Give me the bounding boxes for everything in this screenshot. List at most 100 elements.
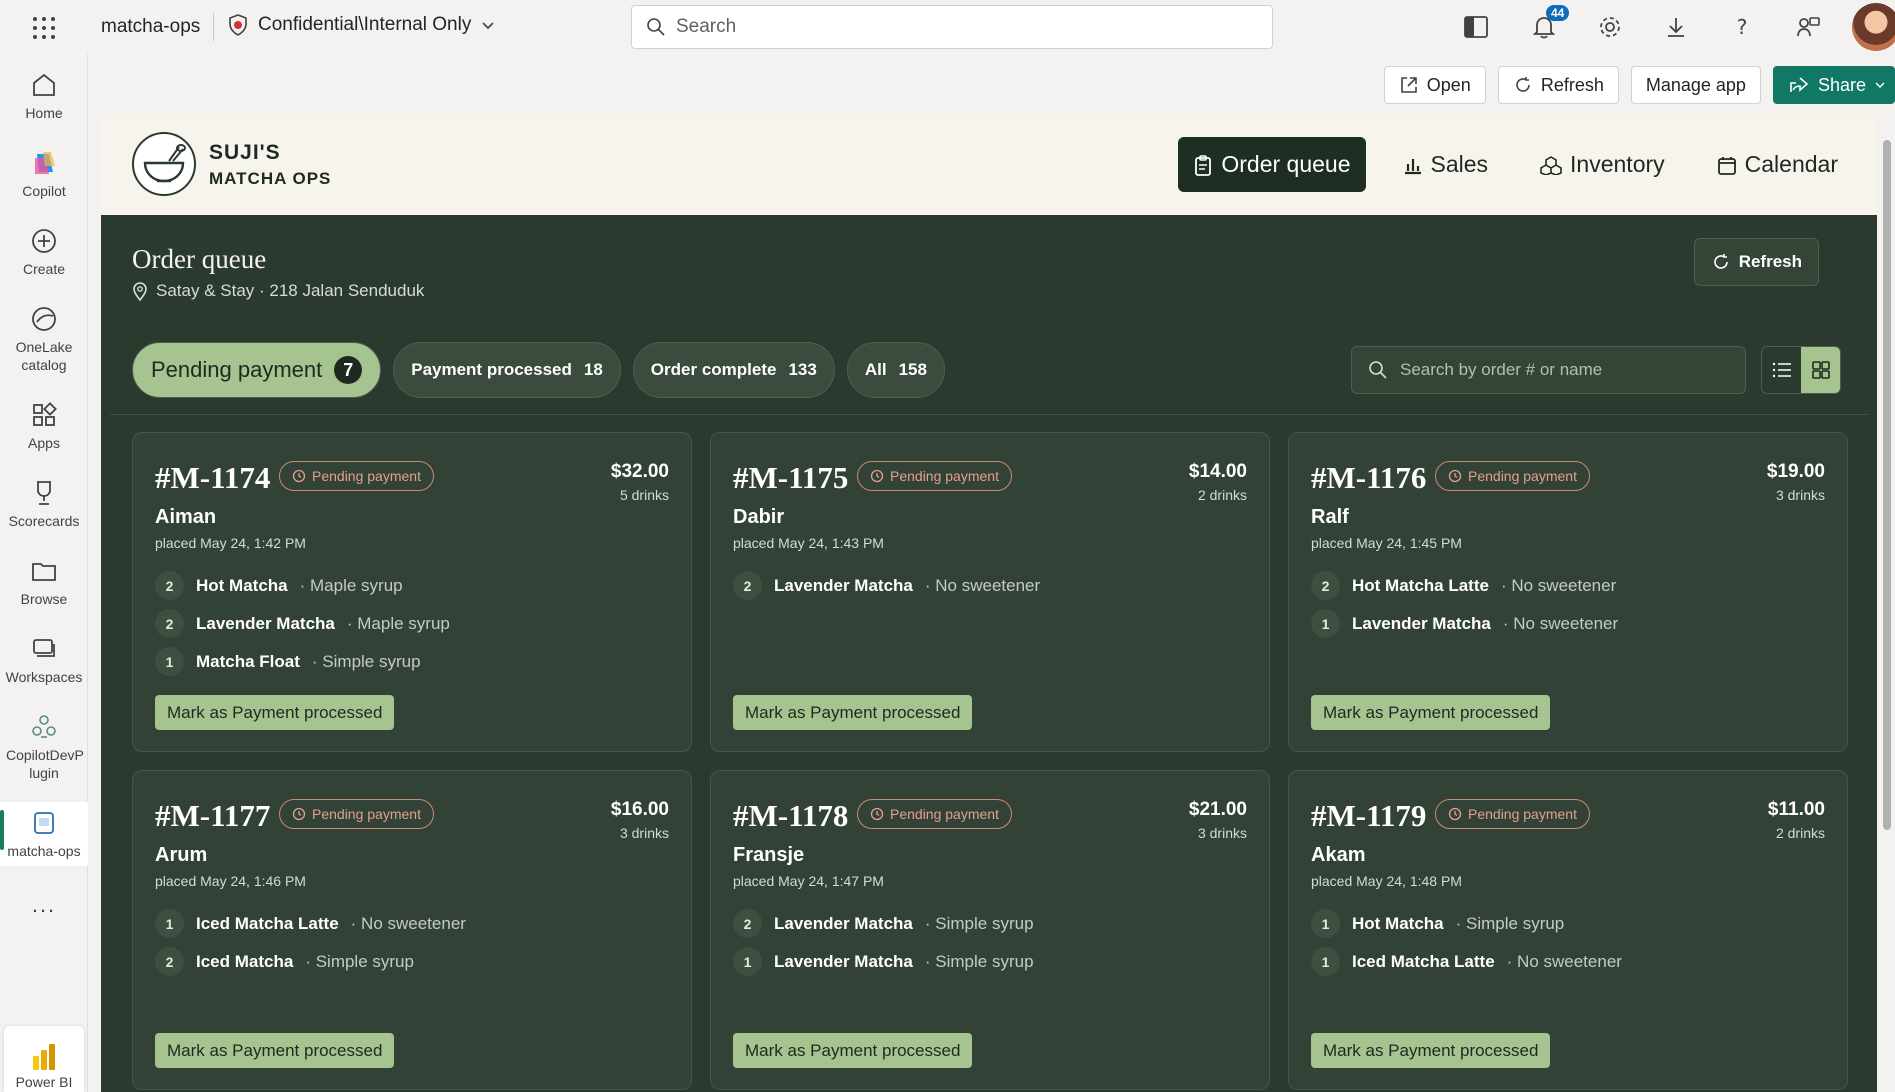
mark-payment-processed-button[interactable]: Mark as Payment processed bbox=[155, 695, 395, 730]
rail-item-home[interactable]: Home bbox=[0, 70, 88, 122]
tab-label: All bbox=[864, 360, 887, 379]
drink-modifier: · Simple syrup bbox=[1455, 913, 1565, 933]
powerbi-switcher[interactable]: Power BI bbox=[4, 1026, 84, 1092]
nav-order-queue[interactable]: Order queue bbox=[1178, 137, 1366, 192]
status-badge: Pending payment bbox=[857, 461, 1012, 491]
mark-payment-processed-button[interactable]: Mark as Payment processed bbox=[1311, 695, 1551, 730]
rail-item-label: Home bbox=[25, 105, 63, 121]
feedback-icon[interactable] bbox=[1792, 11, 1824, 43]
order-card[interactable]: #M-1179 Pending payment $11.00 2 drinks … bbox=[1288, 770, 1848, 1090]
tab-all[interactable]: All 158 bbox=[846, 342, 945, 398]
order-line-item: 1 Lavender Matcha · No sweetener bbox=[1311, 609, 1618, 638]
workspace-name[interactable]: matcha-ops bbox=[101, 16, 200, 38]
status-badge: Pending payment bbox=[1435, 799, 1590, 829]
settings-gear-icon[interactable] bbox=[1594, 11, 1626, 43]
rail-item-workspaces[interactable]: Workspaces bbox=[0, 634, 88, 686]
status-text: Pending payment bbox=[1468, 806, 1577, 822]
status-badge: Pending payment bbox=[279, 799, 434, 829]
mark-payment-processed-button[interactable]: Mark as Payment processed bbox=[1311, 1033, 1551, 1068]
scorecards-icon bbox=[37, 481, 51, 505]
order-total: $32.00 bbox=[610, 461, 669, 482]
drink-modifier: · Simple syrup bbox=[311, 651, 421, 671]
list-view-icon[interactable] bbox=[1762, 347, 1801, 393]
order-total: $21.00 bbox=[1188, 799, 1247, 820]
page-scrollbar[interactable] bbox=[1881, 120, 1893, 1092]
rail-item-matcha-ops[interactable]: matcha-ops bbox=[0, 802, 88, 866]
tab-payment-processed[interactable]: Payment processed 18 bbox=[393, 342, 621, 398]
app-launcher-icon[interactable] bbox=[30, 14, 56, 40]
drink-name: Hot Matcha bbox=[1352, 913, 1444, 933]
drink-name: Matcha Float bbox=[196, 651, 300, 671]
open-button[interactable]: Open bbox=[1383, 66, 1486, 104]
rail-item-copilot[interactable]: Copilot bbox=[0, 148, 88, 200]
rail-item-scorecards[interactable]: Scorecards bbox=[0, 478, 88, 530]
refresh-orders-button[interactable]: Refresh bbox=[1693, 238, 1819, 286]
rail-item-label: OneLake catalog bbox=[15, 339, 73, 373]
nav-inventory[interactable]: Inventory bbox=[1525, 137, 1680, 192]
order-search-box[interactable] bbox=[1351, 346, 1746, 394]
rail-item-onelake-catalog[interactable]: OneLake catalog bbox=[0, 304, 88, 374]
manage-app-label: Manage app bbox=[1645, 74, 1746, 95]
rail-item-label: Scorecards bbox=[8, 513, 80, 529]
mark-payment-processed-button[interactable]: Mark as Payment processed bbox=[733, 695, 973, 730]
mark-payment-processed-button[interactable]: Mark as Payment processed bbox=[155, 1033, 395, 1068]
share-button[interactable]: Share bbox=[1772, 66, 1895, 104]
rail-item-copilotdevplugin[interactable]: CopilotDevP lugin bbox=[0, 712, 88, 782]
refresh-button[interactable]: Refresh bbox=[1497, 66, 1619, 104]
more-label: ... bbox=[31, 892, 57, 917]
order-search-input[interactable] bbox=[1400, 360, 1740, 380]
rail-item-browse[interactable]: Browse bbox=[0, 556, 88, 608]
placed-time: placed May 24, 1:42 PM bbox=[155, 535, 306, 551]
download-icon[interactable] bbox=[1660, 11, 1692, 43]
drink-count: 5 drinks bbox=[619, 487, 669, 503]
order-total: $11.00 bbox=[1767, 799, 1825, 820]
nav-calendar[interactable]: Calendar bbox=[1702, 137, 1853, 192]
clipboard-icon bbox=[1195, 154, 1212, 176]
tab-pending-payment[interactable]: Pending payment 7 bbox=[132, 342, 382, 398]
order-card[interactable]: #M-1174 Pending payment $32.00 5 drinks … bbox=[132, 432, 692, 752]
order-card[interactable]: #M-1176 Pending payment $19.00 3 drinks … bbox=[1288, 432, 1848, 752]
powerbi-label: Power BI bbox=[15, 1074, 73, 1090]
user-avatar[interactable] bbox=[1852, 3, 1895, 51]
order-card[interactable]: #M-1175 Pending payment $14.00 2 drinks … bbox=[710, 432, 1270, 752]
nav-label: Sales bbox=[1430, 151, 1489, 177]
drink-modifier: · No sweetener bbox=[350, 913, 466, 933]
notifications-bell-icon[interactable]: 44 bbox=[1528, 5, 1570, 43]
help-icon[interactable]: ? bbox=[1726, 11, 1758, 43]
more-options-icon[interactable]: ... bbox=[0, 892, 88, 917]
nav-sales[interactable]: Sales bbox=[1388, 137, 1504, 192]
global-search-input[interactable] bbox=[676, 16, 1236, 38]
nav-label: Inventory bbox=[1570, 151, 1665, 177]
quantity-badge: 1 bbox=[155, 647, 184, 676]
order-card[interactable]: #M-1178 Pending payment $21.00 3 drinks … bbox=[710, 770, 1270, 1090]
tab-order-complete[interactable]: Order complete 133 bbox=[632, 342, 835, 398]
rail-item-apps[interactable]: Apps bbox=[0, 400, 88, 452]
order-id: #M-1175 bbox=[733, 460, 849, 495]
order-card[interactable]: #M-1177 Pending payment $16.00 3 drinks … bbox=[132, 770, 692, 1090]
tab-count: 133 bbox=[788, 360, 817, 379]
global-search-box[interactable] bbox=[631, 5, 1273, 49]
status-text: Pending payment bbox=[890, 806, 999, 822]
clock-icon bbox=[870, 469, 884, 483]
browse-icon bbox=[32, 563, 56, 581]
scrollbar-thumb[interactable] bbox=[1883, 140, 1891, 830]
order-line-item: 2 Lavender Matcha · Maple syrup bbox=[155, 609, 450, 638]
rail-item-create[interactable]: Create bbox=[0, 226, 88, 278]
open-label: Open bbox=[1426, 74, 1471, 95]
status-badge: Pending payment bbox=[857, 799, 1012, 829]
sensitivity-label-dropdown[interactable]: Confidential\Internal Only bbox=[228, 14, 495, 36]
mark-payment-processed-button[interactable]: Mark as Payment processed bbox=[733, 1033, 973, 1068]
divider bbox=[213, 13, 214, 41]
panel-toggle-icon[interactable] bbox=[1460, 11, 1492, 43]
drink-name: Iced Matcha Latte bbox=[1352, 951, 1495, 971]
matcha-ops-icon bbox=[34, 812, 54, 834]
manage-app-button[interactable]: Manage app bbox=[1630, 66, 1761, 104]
order-line-item: 2 Iced Matcha · Simple syrup bbox=[155, 947, 466, 976]
rail-item-label: Apps bbox=[28, 435, 60, 451]
onelake-icon bbox=[32, 307, 56, 331]
apps-icon bbox=[33, 402, 57, 426]
grid-view-icon[interactable] bbox=[1801, 347, 1840, 393]
shield-icon bbox=[229, 14, 247, 36]
order-line-item: 1 Lavender Matcha · Simple syrup bbox=[733, 947, 1034, 976]
app-action-bar: Open Refresh Manage app Share bbox=[1383, 66, 1895, 104]
